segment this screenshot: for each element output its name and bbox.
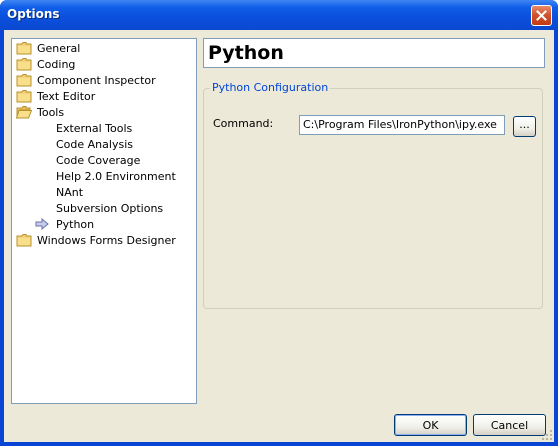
tree-item-label: Text Editor — [37, 89, 96, 103]
tree-item-label: Code Analysis — [56, 137, 133, 151]
tree-item-code-analysis[interactable]: Code Analysis — [56, 136, 133, 152]
close-icon — [536, 10, 547, 21]
tree-item-subversion-options[interactable]: Subversion Options — [56, 200, 163, 216]
folder-icon — [16, 74, 32, 87]
tree-item-label: Python — [56, 217, 95, 231]
tree-item-general[interactable]: General — [16, 40, 80, 56]
tree-item-coding[interactable]: Coding — [16, 56, 75, 72]
tree-item-external-tools[interactable]: External Tools — [56, 120, 132, 136]
tree-item-text-editor[interactable]: Text Editor — [16, 88, 95, 104]
folder-icon — [16, 58, 32, 71]
options-tree[interactable]: General Coding Component Inspector Text … — [11, 38, 197, 404]
group-title: Python Configuration — [210, 81, 331, 94]
close-button[interactable] — [531, 5, 552, 26]
tree-item-component-inspector[interactable]: Component Inspector — [16, 72, 156, 88]
panel-header: Python — [203, 38, 545, 68]
tree-item-label: Subversion Options — [56, 201, 164, 215]
title-bar[interactable]: Options — [0, 0, 558, 30]
open-folder-icon — [16, 106, 32, 119]
command-input[interactable]: C:\Program Files\IronPython\ipy.exe — [299, 115, 505, 135]
tree-item-label: Tools — [37, 105, 65, 119]
folder-icon — [16, 90, 32, 103]
folder-icon — [16, 42, 32, 55]
browse-button[interactable]: ... — [513, 116, 536, 137]
tree-item-label: Code Coverage — [56, 153, 141, 167]
options-dialog: Options General Coding Component Inspect… — [0, 0, 558, 446]
tree-item-windows-forms-designer[interactable]: Windows Forms Designer — [16, 232, 176, 248]
tree-item-tools[interactable]: Tools — [16, 104, 64, 120]
tree-item-code-coverage[interactable]: Code Coverage — [56, 152, 140, 168]
arrow-right-icon — [35, 218, 49, 230]
tree-item-help-environment[interactable]: Help 2.0 Environment — [56, 168, 176, 184]
options-panel: Python Python Configuration Command: C:\… — [203, 38, 545, 408]
tree-item-label: Component Inspector — [37, 73, 156, 87]
command-label: Command: — [213, 117, 274, 130]
ok-button[interactable]: OK — [394, 414, 467, 436]
resize-grip-icon[interactable] — [541, 429, 553, 441]
window-title: Options — [7, 7, 60, 21]
tree-item-label: Coding — [37, 57, 76, 71]
python-configuration-group: Python Configuration Command: C:\Program… — [203, 81, 543, 309]
tree-item-label: Windows Forms Designer — [37, 233, 176, 247]
tree-item-label: Help 2.0 Environment — [56, 169, 176, 183]
folder-icon — [16, 234, 32, 247]
tree-item-label: External Tools — [56, 121, 133, 135]
page-title: Python — [208, 42, 284, 64]
cancel-button[interactable]: Cancel — [473, 414, 546, 436]
tree-item-nant[interactable]: NAnt — [56, 184, 83, 200]
dialog-body: General Coding Component Inspector Text … — [4, 30, 554, 442]
tree-item-python[interactable]: Python — [35, 216, 94, 232]
tree-item-label: General — [37, 41, 81, 55]
tree-item-label: NAnt — [56, 185, 84, 199]
